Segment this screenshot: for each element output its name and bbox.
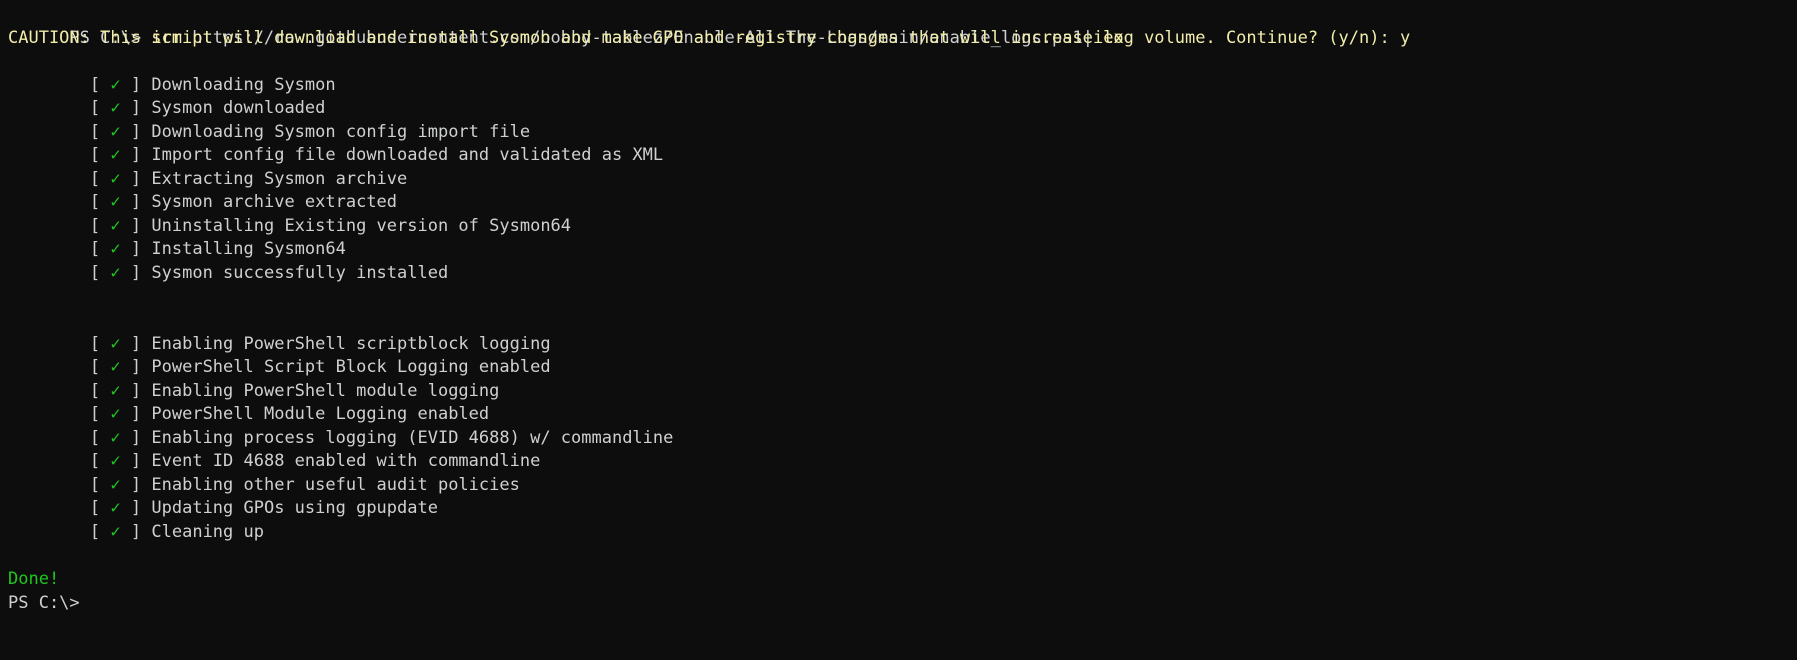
bracket-open-icon: [ [89,145,101,166]
bracket-open-icon: [ [89,357,101,378]
bracket-close-icon: ] [130,380,142,401]
status-group-logging-config: [ ✓ ] Enabling PowerShell scriptblock lo… [8,309,1797,542]
status-text: Sysmon successfully installed [151,263,449,284]
status-text: Enabling other useful audit policies [151,474,520,495]
status-text: Uninstalling Existing version of Sysmon6… [151,215,572,236]
status-text: Enabling PowerShell module logging [151,380,500,401]
command-line: PS C:\> irm https://raw.githubuserconten… [8,3,1797,48]
check-icon: ✓ [110,404,121,425]
check-icon: ✓ [110,498,121,519]
check-icon: ✓ [110,168,121,189]
status-text: Sysmon downloaded [151,98,326,119]
powershell-terminal-window[interactable]: PS C:\> irm https://raw.githubuserconten… [0,0,1797,660]
status-text: PowerShell Module Logging enabled [151,404,490,425]
bracket-open-icon: [ [89,98,101,119]
bracket-open-icon: [ [89,451,101,472]
check-icon: ✓ [110,74,121,95]
bracket-open-icon: [ [89,522,101,543]
bracket-close-icon: ] [130,404,142,425]
status-line: [ ✓ ] Enabling PowerShell scriptblock lo… [8,309,1797,354]
bracket-open-icon: [ [89,404,101,425]
bracket-open-icon: [ [89,263,101,284]
caution-prompt-line: CAUTION: This script will download and i… [8,27,1411,48]
check-icon: ✓ [110,145,121,166]
bracket-open-icon: [ [89,498,101,519]
bracket-close-icon: ] [130,192,142,213]
bracket-close-icon: ] [130,145,142,166]
status-text: Enabling PowerShell scriptblock logging [151,333,551,354]
status-text: Installing Sysmon64 [151,239,346,260]
check-icon: ✓ [110,98,121,119]
bracket-close-icon: ] [130,98,142,119]
bracket-open-icon: [ [89,74,101,95]
bracket-open-icon: [ [89,474,101,495]
status-text: Event ID 4688 enabled with commandline [151,451,541,472]
check-icon: ✓ [110,215,121,236]
bracket-close-icon: ] [130,427,142,448]
bracket-close-icon: ] [130,474,142,495]
check-icon: ✓ [110,522,121,543]
status-group-sysmon-install: [ ✓ ] Downloading Sysmon [ ✓ ] Sysmon do… [8,50,1797,283]
bracket-open-icon: [ [89,427,101,448]
done-message: Done! [8,569,60,590]
bracket-close-icon: ] [130,239,142,260]
bracket-close-icon: ] [130,74,142,95]
bracket-open-icon: [ [89,121,101,142]
bracket-close-icon: ] [130,168,142,189]
bracket-close-icon: ] [130,215,142,236]
check-icon: ✓ [110,121,121,142]
final-prompt[interactable]: PS C:\> [8,592,1797,616]
check-icon: ✓ [110,451,121,472]
check-icon: ✓ [110,239,121,260]
bracket-close-icon: ] [130,357,142,378]
bracket-close-icon: ] [130,263,142,284]
bracket-close-icon: ] [130,451,142,472]
status-text: PowerShell Script Block Logging enabled [151,357,551,378]
status-text: Extracting Sysmon archive [151,168,408,189]
bracket-open-icon: [ [89,239,101,260]
check-icon: ✓ [110,380,121,401]
bracket-open-icon: [ [89,168,101,189]
status-text: Sysmon archive extracted [151,192,398,213]
bracket-open-icon: [ [89,333,101,354]
check-icon: ✓ [110,333,121,354]
bracket-close-icon: ] [130,121,142,142]
bracket-close-icon: ] [130,333,142,354]
status-text: Import config file downloaded and valida… [151,145,664,166]
bracket-close-icon: ] [130,522,142,543]
bracket-open-icon: [ [89,192,101,213]
status-text: Enabling process logging (EVID 4688) w/ … [151,427,674,448]
check-icon: ✓ [110,427,121,448]
check-icon: ✓ [110,474,121,495]
bracket-open-icon: [ [89,215,101,236]
bracket-close-icon: ] [130,498,142,519]
status-line: [ ✓ ] Downloading Sysmon [8,50,1797,95]
terminal-screen[interactable]: PS C:\> irm https://raw.githubuserconten… [0,0,1797,615]
check-icon: ✓ [110,357,121,378]
status-text: Updating GPOs using gpupdate [151,498,438,519]
status-text: Cleaning up [151,522,264,543]
status-text: Downloading Sysmon [151,74,336,95]
check-icon: ✓ [110,263,121,284]
status-text: Downloading Sysmon config import file [151,121,531,142]
check-icon: ✓ [110,192,121,213]
bracket-open-icon: [ [89,380,101,401]
